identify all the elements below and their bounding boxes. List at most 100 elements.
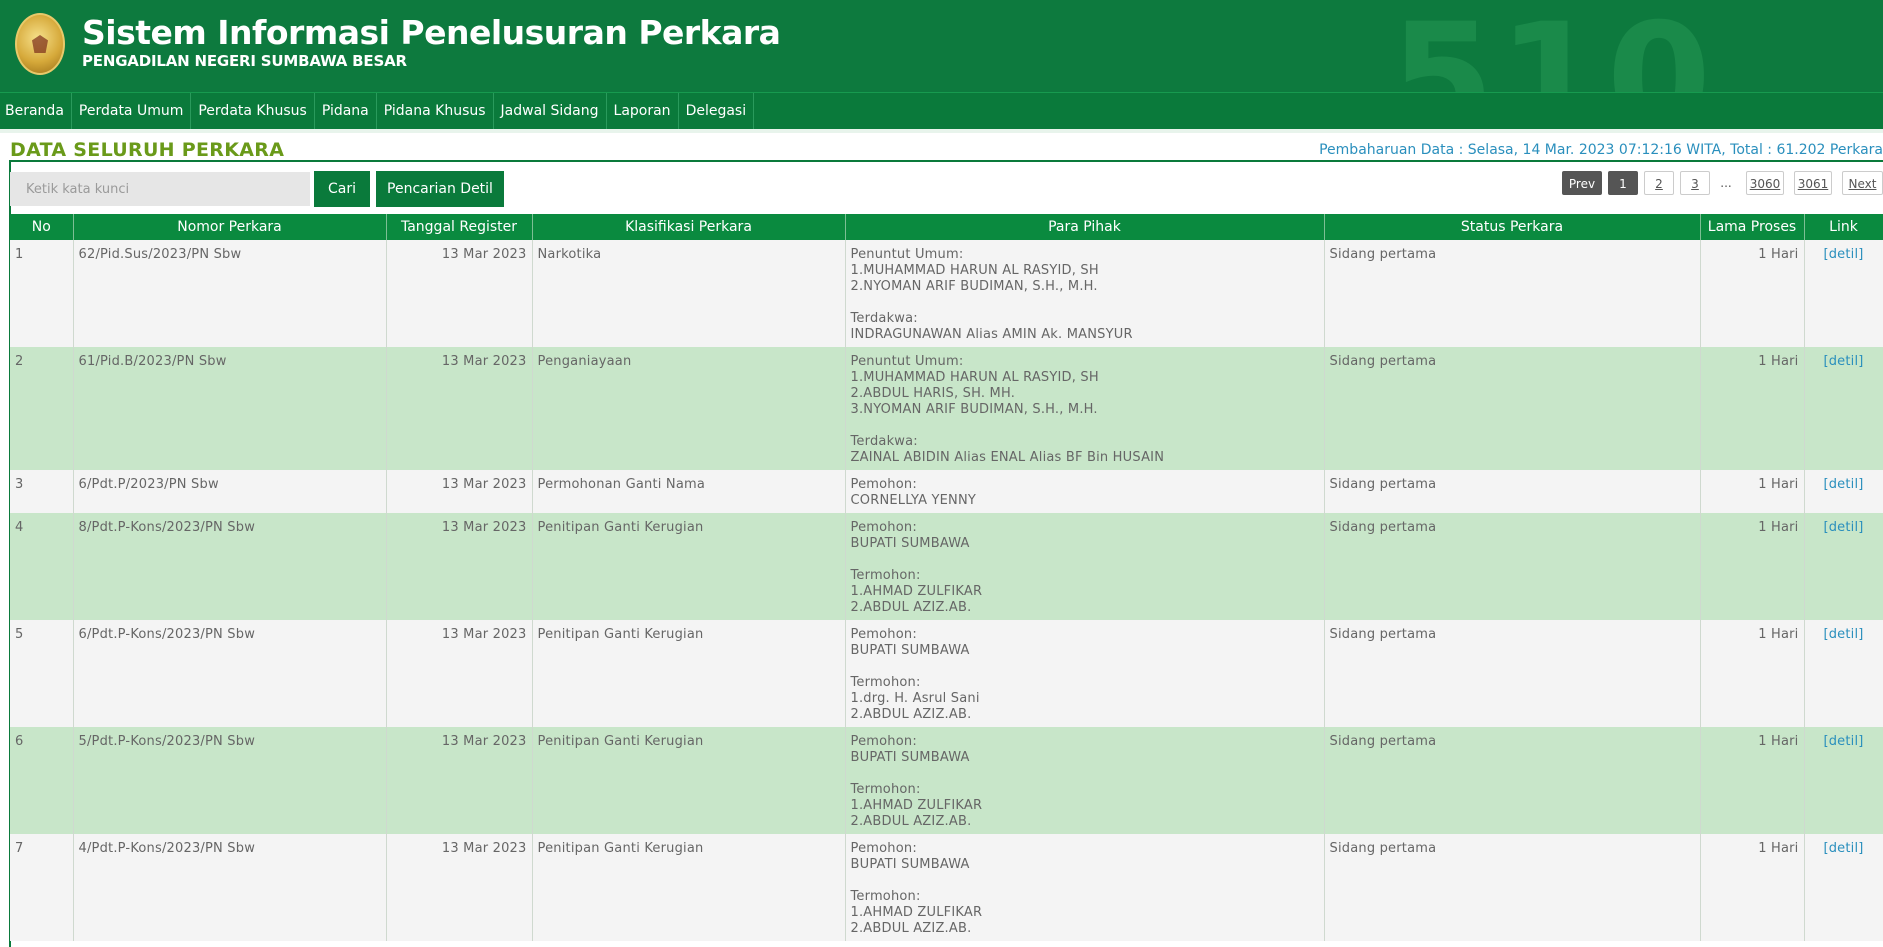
table-row: 7 4/Pdt.P-Kons/2023/PN Sbw 13 Mar 2023 Peni…	[10, 834, 1883, 941]
detail-link[interactable]: [detil]	[1823, 520, 1863, 535]
cell-nomor-perkara: 6/Pdt.P-Kons/2023/PN Sbw	[73, 620, 387, 727]
cell-no: 5	[10, 620, 74, 727]
pagination-ellipsis: ...	[1714, 171, 1738, 195]
page-3060-button[interactable]: 3060	[1746, 171, 1784, 195]
cell-lama-proses: 1 Hari	[1700, 240, 1805, 347]
party-line: Pemohon:	[850, 841, 917, 856]
cell-para-pihak: Pemohon: BUPATI SUMBAWA Termohon: 1.drg. H.…	[845, 620, 1325, 727]
page-3-button[interactable]: 3	[1680, 171, 1710, 195]
party-line: BUPATI SUMBAWA	[850, 857, 970, 872]
party-line: Pemohon:	[850, 627, 917, 642]
party-line: Pemohon:	[850, 477, 917, 492]
cell-link: [detil]	[1804, 513, 1883, 620]
cell-lama-proses: 1 Hari	[1700, 834, 1805, 941]
cell-tanggal-register: 13 Mar 2023	[386, 513, 533, 620]
app-title: Sistem Informasi Penelusuran Perkara	[82, 13, 781, 52]
next-page-button[interactable]: Next	[1842, 171, 1883, 195]
table-row: 3 6/Pdt.P/2023/PN Sbw 13 Mar 2023 Permohona…	[10, 470, 1883, 513]
detail-link[interactable]: [detil]	[1823, 477, 1863, 492]
cell-link: [detil]	[1804, 727, 1883, 834]
nav-item-pidana[interactable]: Pidana	[315, 93, 377, 129]
nav-item-perdata-umum[interactable]: Perdata Umum	[72, 93, 192, 129]
page-3061-button[interactable]: 3061	[1794, 171, 1832, 195]
table-row: 2 61/Pid.B/2023/PN Sbw 13 Mar 2023 Pengania…	[10, 347, 1883, 470]
nav-item-laporan[interactable]: Laporan	[607, 93, 679, 129]
cell-nomor-perkara: 61/Pid.B/2023/PN Sbw	[73, 347, 387, 470]
page-1-button[interactable]: 1	[1608, 171, 1638, 195]
nav-item-beranda[interactable]: Beranda	[0, 93, 72, 129]
party-line: 2.ABDUL AZIZ.AB.	[850, 707, 972, 722]
nav-item-pidana-khusus[interactable]: Pidana Khusus	[377, 93, 494, 129]
party-line: Termohon:	[850, 889, 921, 904]
cell-link: [detil]	[1804, 620, 1883, 727]
cell-nomor-perkara: 6/Pdt.P/2023/PN Sbw	[73, 470, 387, 513]
cell-link: [detil]	[1804, 347, 1883, 470]
detail-link[interactable]: [detil]	[1823, 627, 1863, 642]
party-line: 2.ABDUL HARIS, SH. MH.	[850, 386, 1016, 401]
party-line: BUPATI SUMBAWA	[850, 750, 970, 765]
cell-status: Sidang pertama	[1324, 470, 1701, 513]
cell-no: 3	[10, 470, 74, 513]
cell-nomor-perkara: 8/Pdt.P-Kons/2023/PN Sbw	[73, 513, 387, 620]
pagination: Prev 1 2 3 ... 3060 3061 Next	[1562, 171, 1883, 197]
prev-page-button[interactable]: Prev	[1562, 171, 1602, 195]
cell-no: 1	[10, 240, 74, 347]
table-row: 6 5/Pdt.P-Kons/2023/PN Sbw 13 Mar 2023 Peni…	[10, 727, 1883, 834]
party-line: Penuntut Umum:	[850, 247, 964, 262]
party-line: 1.AHMAD ZULFIKAR	[850, 584, 983, 599]
party-line: Termohon:	[850, 782, 921, 797]
nav-item-perdata-khusus[interactable]: Perdata Khusus	[191, 93, 315, 129]
col-header-link: Link	[1804, 214, 1883, 240]
col-header-tanggal-register: Tanggal Register	[386, 214, 533, 240]
col-header-no: No	[10, 214, 74, 240]
cell-link: [detil]	[1804, 470, 1883, 513]
party-line: Terdakwa:	[850, 311, 918, 326]
table-row: 5 6/Pdt.P-Kons/2023/PN Sbw 13 Mar 2023 Peni…	[10, 620, 1883, 727]
party-line: 1.drg. H. Asrul Sani	[850, 691, 980, 706]
cell-klasifikasi: Permohonan Ganti Nama	[532, 470, 846, 513]
detail-search-button[interactable]: Pencarian Detil	[376, 171, 504, 207]
cell-status: Sidang pertama	[1324, 513, 1701, 620]
court-logo-icon	[15, 13, 65, 75]
cell-tanggal-register: 13 Mar 2023	[386, 470, 533, 513]
cell-tanggal-register: 13 Mar 2023	[386, 620, 533, 727]
cell-tanggal-register: 13 Mar 2023	[386, 347, 533, 470]
cell-klasifikasi: Penganiayaan	[532, 347, 846, 470]
cell-para-pihak: Pemohon: BUPATI SUMBAWA Termohon: 1.AHMAD Z…	[845, 834, 1325, 941]
search-input[interactable]	[10, 172, 310, 206]
party-line	[851, 659, 1319, 675]
site-header: 510 Sistem Informasi Penelusuran Perkara…	[0, 0, 1883, 92]
cell-para-pihak: Pemohon: BUPATI SUMBAWA Termohon: 1.AHMAD Z…	[845, 727, 1325, 834]
search-button[interactable]: Cari	[314, 171, 370, 207]
col-header-para-pihak: Para Pihak	[845, 214, 1325, 240]
party-line: 2.ABDUL AZIZ.AB.	[850, 600, 972, 615]
party-line	[851, 552, 1319, 568]
table-header-row: No Nomor Perkara Tanggal Register Klasif…	[10, 214, 1883, 240]
cell-lama-proses: 1 Hari	[1700, 347, 1805, 470]
nav-item-jadwal-sidang[interactable]: Jadwal Sidang	[494, 93, 607, 129]
cell-link: [detil]	[1804, 834, 1883, 941]
cell-tanggal-register: 13 Mar 2023	[386, 727, 533, 834]
page-title: DATA SELURUH PERKARA	[10, 139, 285, 161]
party-line: Pemohon:	[850, 734, 917, 749]
cell-status: Sidang pertama	[1324, 834, 1701, 941]
detail-link[interactable]: [detil]	[1823, 354, 1863, 369]
cell-nomor-perkara: 5/Pdt.P-Kons/2023/PN Sbw	[73, 727, 387, 834]
col-header-nomor-perkara: Nomor Perkara	[73, 214, 387, 240]
col-header-klasifikasi: Klasifikasi Perkara	[532, 214, 846, 240]
cell-no: 6	[10, 727, 74, 834]
cell-status: Sidang pertama	[1324, 347, 1701, 470]
cell-status: Sidang pertama	[1324, 240, 1701, 347]
cell-klasifikasi: Penitipan Ganti Kerugian	[532, 620, 846, 727]
nav-item-delegasi[interactable]: Delegasi	[679, 93, 755, 129]
detail-link[interactable]: [detil]	[1823, 734, 1863, 749]
section-divider	[10, 160, 1883, 162]
detail-link[interactable]: [detil]	[1823, 841, 1863, 856]
table-body: 1 62/Pid.Sus/2023/PN Sbw 13 Mar 2023 Narkot…	[10, 240, 1883, 941]
cell-para-pihak: Penuntut Umum: 1.MUHAMMAD HARUN AL RASYID…	[845, 240, 1325, 347]
party-line: Terdakwa:	[850, 434, 918, 449]
party-line: 1.AHMAD ZULFIKAR	[850, 905, 983, 920]
party-line: Pemohon:	[850, 520, 917, 535]
detail-link[interactable]: [detil]	[1823, 247, 1863, 262]
page-2-button[interactable]: 2	[1644, 171, 1674, 195]
